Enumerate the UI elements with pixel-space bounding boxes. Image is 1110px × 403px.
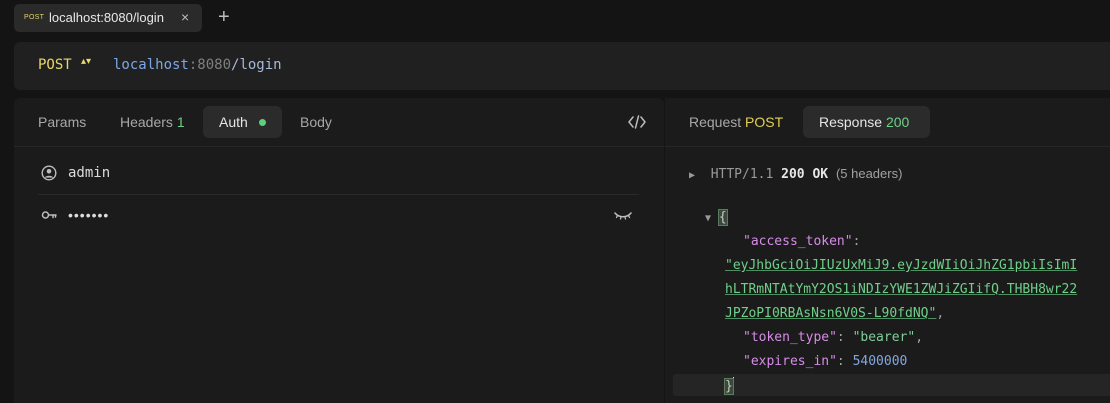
tab-response[interactable]: Response 200 [803, 106, 930, 138]
user-circle-icon [41, 165, 57, 181]
tab-headers[interactable]: Headers 1 [120, 106, 185, 138]
response-panel: Request POST Response 200 ▶ HTTP/1.1 200… [665, 98, 1110, 403]
http-status-line[interactable]: ▶ HTTP/1.1 200 OK (5 headers) [689, 166, 902, 182]
json-close-line: } [724, 377, 734, 395]
username-value: admin [68, 165, 111, 181]
chevron-updown-icon[interactable]: ▴▾ [81, 57, 91, 67]
json-open-line: ▼ { [705, 206, 728, 230]
url-host: localhost [113, 57, 189, 73]
url-path: /login [231, 57, 282, 73]
json-number-value: 5400000 [852, 354, 908, 369]
json-string-value: "bearer" [852, 330, 916, 345]
url-input[interactable]: localhost:8080/login [113, 57, 282, 73]
code-icon[interactable] [628, 114, 646, 130]
http-protocol: HTTP/1.1 [710, 167, 774, 182]
json-close-brace: } [724, 378, 734, 395]
json-key: "expires_in" [743, 354, 837, 369]
json-token-part: JPZoPI0RBAsNsn6V0S-L90fdNQ" [725, 306, 937, 321]
url-bar: POST ▴▾ localhost:8080/login [14, 42, 1110, 90]
request-panel: Params Headers 1 Auth Body admin ••••••• [14, 98, 664, 403]
caret-down-icon[interactable]: ▼ [705, 213, 711, 224]
tab-title: localhost:8080/login [49, 10, 164, 25]
json-token-line: hLTRmNTAtYmY2OS1iNDIzYWE1ZWJiZGIifQ.THBH… [725, 278, 1077, 302]
response-tabs: Request POST Response 200 [665, 98, 1110, 147]
tab-request-label: Request [689, 114, 742, 130]
json-token-part: hLTRmNTAtYmY2OS1iNDIzYWE1ZWJiZGIifQ.THBH… [725, 282, 1078, 297]
json-key: "access_token" [743, 234, 853, 249]
tab-headers-label: Headers [120, 114, 173, 130]
tab-body[interactable]: Body [300, 106, 332, 138]
headers-count-badge: 1 [176, 114, 185, 130]
key-icon [41, 211, 57, 219]
tab-response-label: Response [819, 114, 883, 130]
tab-request[interactable]: Request POST [689, 106, 783, 138]
tab-params[interactable]: Params [38, 106, 86, 138]
json-token-line: "eyJhbGciOiJIUzUxMiJ9.eyJzdWIiOiJhZG1pbi… [725, 254, 1077, 278]
tab-auth[interactable]: Auth [203, 106, 282, 138]
request-tabs: Params Headers 1 Auth Body [14, 98, 664, 147]
auth-active-dot [258, 119, 266, 126]
url-port: :8080 [188, 57, 232, 73]
json-key: "token_type" [743, 330, 837, 345]
username-field[interactable]: admin [38, 154, 639, 195]
json-token-line: JPZoPI0RBAsNsn6V0S-L90fdNQ", [725, 306, 945, 321]
new-tab-button[interactable]: + [218, 6, 230, 28]
text-cursor [732, 377, 734, 392]
response-status-badge: 200 [885, 114, 910, 130]
json-open-brace: { [717, 209, 728, 226]
json-key-line: "token_type": "bearer", [743, 330, 924, 345]
request-method-badge: POST [745, 114, 784, 130]
http-status: 200 OK [781, 167, 829, 182]
json-current-line[interactable]: } [673, 374, 1110, 396]
json-viewer: ▼ { "access_token": "eyJhbGciOiJIUzUxMiJ… [665, 202, 1110, 403]
json-token-part: "eyJhbGciOiJIUzUxMiJ9.eyJzdWIiOiJhZG1pbi… [725, 258, 1078, 273]
eye-closed-icon[interactable] [614, 211, 632, 221]
caret-right-icon[interactable]: ▶ [689, 170, 695, 181]
tab-bar: POST localhost:8080/login × + [0, 0, 1110, 38]
tab-method-badge: POST [24, 14, 45, 21]
json-key-line: "expires_in": 5400000 [743, 354, 908, 369]
tab-auth-label: Auth [219, 114, 248, 130]
close-icon[interactable]: × [181, 9, 189, 25]
headers-count-note: (5 headers) [835, 166, 903, 181]
method-select[interactable]: POST [38, 57, 72, 73]
request-tab[interactable]: POST localhost:8080/login × [14, 4, 202, 32]
password-value: ••••••• [68, 207, 110, 223]
json-key-line: "access_token": [743, 234, 861, 249]
password-field[interactable]: ••••••• [38, 196, 639, 236]
